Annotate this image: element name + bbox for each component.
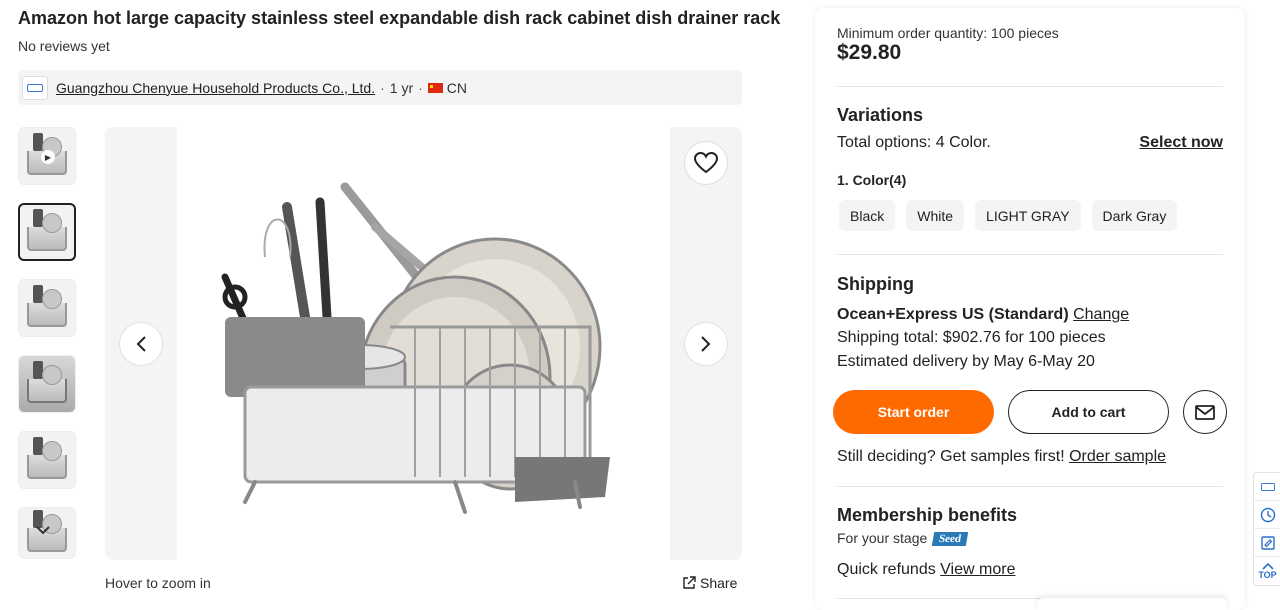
variations-total-value: 4 Color.	[935, 134, 991, 151]
thumbnail-image	[27, 437, 67, 479]
feedback-button[interactable]	[1254, 529, 1280, 557]
color-option-black[interactable]: Black	[839, 200, 896, 231]
contact-supplier-button[interactable]	[1183, 390, 1227, 434]
mail-icon	[1195, 404, 1215, 420]
clock-icon	[1260, 507, 1275, 522]
separator: ·	[418, 79, 423, 96]
china-flag-icon	[427, 82, 443, 93]
shipping-heading: Shipping	[837, 274, 914, 294]
view-more-link[interactable]: View more	[940, 561, 1015, 578]
play-icon: ▶	[41, 150, 55, 164]
select-now-link[interactable]: Select now	[1139, 134, 1223, 152]
thumbnail-image[interactable]	[18, 431, 76, 489]
zoom-hint: Hover to zoom in	[105, 575, 211, 591]
variations-heading: Variations	[837, 105, 924, 125]
thumbnail-image-active[interactable]	[18, 203, 76, 261]
separator: ·	[380, 79, 385, 96]
thumbnail-image[interactable]	[18, 355, 76, 413]
change-shipping-link[interactable]: Change	[1073, 306, 1129, 323]
reviews-summary: No reviews yet	[18, 38, 110, 54]
thumbnail-image[interactable]	[18, 507, 76, 559]
product-price: $29.80	[837, 41, 902, 64]
thumbnail-list: ▶	[18, 127, 78, 577]
shipping-method: Ocean+Express US (Standard)	[837, 306, 1069, 323]
floating-panel-edge	[1037, 598, 1227, 610]
quick-refunds-label: Quick refunds	[837, 561, 936, 578]
divider	[837, 254, 1223, 255]
share-icon	[683, 576, 696, 589]
heart-icon	[694, 152, 718, 174]
favorite-heart-button[interactable]	[684, 141, 728, 185]
color-option-label: 1. Color(4)	[837, 172, 907, 188]
back-to-top-label: TOP	[1258, 569, 1277, 580]
seed-badge: Seed	[932, 532, 969, 546]
shipping-method-row: Ocean+Express US (Standard) Change	[837, 306, 1129, 324]
minimum-order-quantity: Minimum order quantity: 100 pieces	[837, 25, 1059, 41]
previous-image-button[interactable]	[119, 322, 163, 366]
supplier-icon	[1260, 482, 1275, 491]
order-sample-link[interactable]: Order sample	[1069, 448, 1166, 465]
color-option-light-gray[interactable]: LIGHT GRAY	[975, 200, 1081, 231]
samples-prompt: Still deciding? Get samples first!	[837, 448, 1065, 465]
divider	[837, 486, 1223, 487]
start-order-button[interactable]: Start order	[833, 390, 994, 434]
edit-note-icon	[1260, 535, 1275, 550]
thumbnail-image[interactable]	[18, 279, 76, 337]
supplier-bar: Guangzhou Chenyue Household Products Co.…	[18, 70, 742, 105]
product-media-column: Amazon hot large capacity stainless stee…	[0, 0, 780, 610]
chevron-down-icon[interactable]	[35, 522, 51, 540]
next-image-button[interactable]	[684, 322, 728, 366]
divider	[837, 86, 1223, 87]
supplier-shortcut-button[interactable]	[1254, 473, 1280, 501]
color-option-dark-gray[interactable]: Dark Gray	[1091, 200, 1178, 231]
chevron-right-icon	[701, 336, 711, 352]
product-title: Amazon hot large capacity stainless stee…	[18, 8, 781, 28]
variations-total: Total options: 4 Color.	[837, 134, 991, 152]
thumbnail-image	[27, 285, 67, 327]
membership-heading: Membership benefits	[837, 505, 1018, 525]
samples-row: Still deciding? Get samples first! Order…	[837, 448, 1166, 466]
variations-total-prefix: Total options:	[837, 134, 936, 151]
color-option-white[interactable]: White	[906, 200, 965, 231]
stage-label: For your stage	[837, 530, 928, 546]
supplier-logo[interactable]	[22, 75, 48, 100]
supplier-years: 1 yr	[389, 79, 414, 96]
estimated-delivery: Estimated delivery by May 6-May 20	[837, 353, 1095, 370]
thumbnail-image	[27, 361, 67, 403]
share-label: Share	[700, 575, 738, 591]
thumbnail-video[interactable]: ▶	[18, 127, 76, 185]
chevron-up-icon	[1261, 562, 1274, 570]
history-button[interactable]	[1254, 501, 1280, 529]
dish-rack-illustration	[221, 182, 610, 514]
share-button[interactable]: Share	[682, 575, 737, 591]
add-to-cart-button[interactable]: Add to cart	[1008, 390, 1169, 434]
thumbnail-image	[27, 209, 67, 251]
supplier-name-link[interactable]: Guangzhou Chenyue Household Products Co.…	[56, 80, 375, 96]
shipping-total: Shipping total: $902.76 for 100 pieces	[837, 329, 1106, 346]
membership-stage: For your stage Seed	[837, 530, 969, 546]
back-to-top-button[interactable]: TOP	[1254, 557, 1280, 585]
supplier-country: CN	[446, 79, 468, 96]
main-product-image[interactable]	[105, 127, 742, 560]
side-toolbar: TOP	[1253, 472, 1280, 586]
purchase-panel: Minimum order quantity: 100 pieces $29.8…	[815, 8, 1245, 610]
quick-refunds-row: Quick refunds View more	[837, 561, 1015, 579]
color-options: Black White LIGHT GRAY Dark Gray	[839, 200, 1178, 231]
chevron-left-icon	[136, 336, 146, 352]
